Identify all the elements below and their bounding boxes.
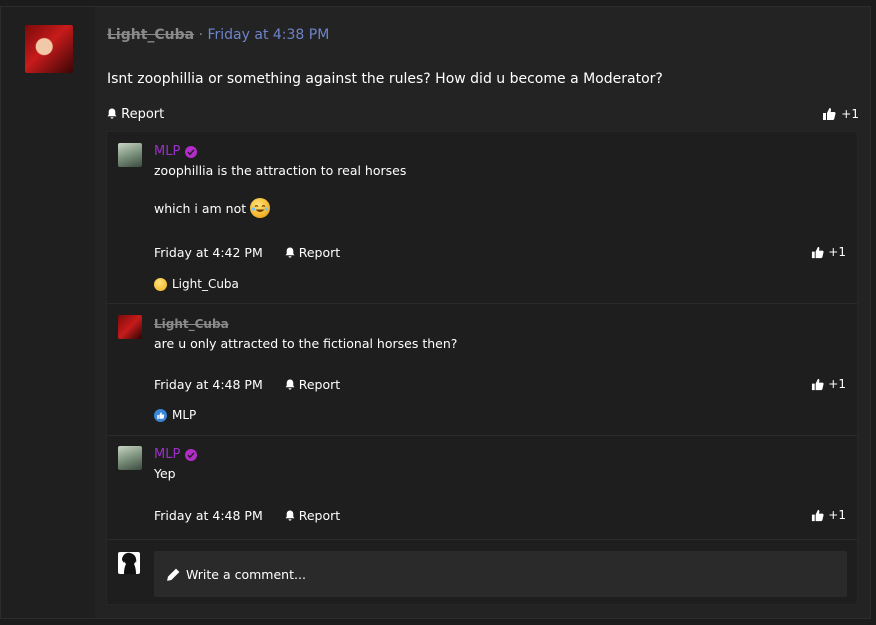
verified-badge-icon — [185, 448, 198, 461]
comment-like-button[interactable]: +1 — [811, 377, 846, 391]
comment-report-link[interactable]: Report — [285, 508, 340, 523]
comment-actions: Friday at 4:48 PM Report +1 — [154, 508, 846, 523]
post-report-link[interactable]: Report — [107, 107, 164, 122]
post-body: Isnt zoophillia or something against the… — [107, 71, 663, 87]
comment-like-count: +1 — [828, 377, 846, 391]
comment-reaction-summary[interactable]: MLP — [154, 408, 196, 422]
comment-actions: Friday at 4:42 PM Report +1 — [154, 245, 846, 260]
thumbs-up-icon — [812, 378, 824, 390]
reaction-user: MLP — [172, 408, 197, 422]
post-report-label: Report — [121, 107, 165, 122]
comment-author-avatar[interactable] — [118, 315, 142, 339]
bell-icon — [285, 510, 295, 521]
comment-author-line: Light_Cuba — [154, 317, 229, 331]
comment-item: MLP zoophillia is the attraction to real… — [107, 132, 857, 304]
comment-text-secondary: which i am not — [154, 201, 247, 216]
comment-like-button[interactable]: +1 — [811, 245, 846, 259]
write-comment-row: Write a comment... — [107, 540, 857, 606]
post-actions: Report +1 — [107, 107, 859, 127]
comment-item: MLP Yep Friday at 4:48 PM Report +1 — [107, 436, 857, 540]
pencil-icon — [167, 568, 180, 581]
like-reaction-icon — [154, 408, 167, 422]
post-left-column — [1, 7, 95, 618]
write-comment-input[interactable]: Write a comment... — [154, 551, 847, 597]
current-user-avatar[interactable] — [118, 552, 140, 574]
post-author-avatar[interactable] — [25, 25, 73, 73]
comment-report-label: Report — [298, 245, 341, 260]
comment-text: zoophillia is the attraction to real hor… — [154, 163, 407, 178]
thumbs-up-icon — [812, 246, 824, 258]
comment-time[interactable]: Friday at 4:42 PM — [154, 245, 263, 260]
comments-section: MLP zoophillia is the attraction to real… — [106, 131, 858, 605]
comment-time[interactable]: Friday at 4:48 PM — [154, 508, 263, 523]
laughing-face-icon — [154, 277, 167, 291]
comment-text: Yep — [154, 466, 176, 481]
reaction-user: Light_Cuba — [172, 277, 239, 291]
comment-author-name[interactable]: MLP — [154, 447, 180, 462]
comment-author-avatar[interactable] — [118, 446, 142, 470]
bell-icon — [285, 379, 295, 390]
post-time[interactable]: Friday at 4:38 PM — [207, 27, 329, 43]
comment-reaction-summary[interactable]: Light_Cuba — [154, 277, 239, 291]
post-like-count: +1 — [841, 107, 859, 121]
comment-report-link[interactable]: Report — [285, 245, 340, 260]
comment-actions: Friday at 4:48 PM Report +1 — [154, 377, 846, 392]
write-comment-placeholder: Write a comment... — [186, 566, 306, 582]
bell-icon — [285, 247, 295, 258]
comment-author-avatar[interactable] — [118, 143, 142, 167]
comment-author-line: MLP — [154, 144, 198, 159]
comment-like-count: +1 — [828, 508, 846, 522]
comment-author-name[interactable]: Light_Cuba — [154, 317, 229, 331]
comment-report-label: Report — [298, 508, 341, 523]
bell-icon — [107, 108, 117, 119]
separator: · — [198, 27, 204, 43]
post-author-name[interactable]: Light_Cuba — [107, 27, 194, 43]
comment-report-link[interactable]: Report — [285, 377, 340, 392]
thumbs-up-icon — [812, 509, 824, 521]
face-with-tears-of-joy-icon — [250, 198, 271, 218]
comment-like-button[interactable]: +1 — [811, 508, 846, 522]
comment-author-line: MLP — [154, 447, 198, 462]
post-like-button[interactable]: +1 — [822, 107, 859, 121]
post-author-line: Light_Cuba · Friday at 4:38 PM — [107, 27, 329, 43]
verified-badge-icon — [185, 145, 198, 158]
comment-report-label: Report — [298, 377, 341, 392]
comment-item: Light_Cuba are u only attracted to the f… — [107, 304, 857, 436]
comment-text: are u only attracted to the fictional ho… — [154, 336, 458, 351]
comment-text-line2: which i am not — [154, 198, 271, 218]
comment-author-name[interactable]: MLP — [154, 144, 180, 159]
thumbs-up-icon — [823, 108, 836, 120]
comment-like-count: +1 — [828, 245, 846, 259]
comment-time[interactable]: Friday at 4:48 PM — [154, 377, 263, 392]
